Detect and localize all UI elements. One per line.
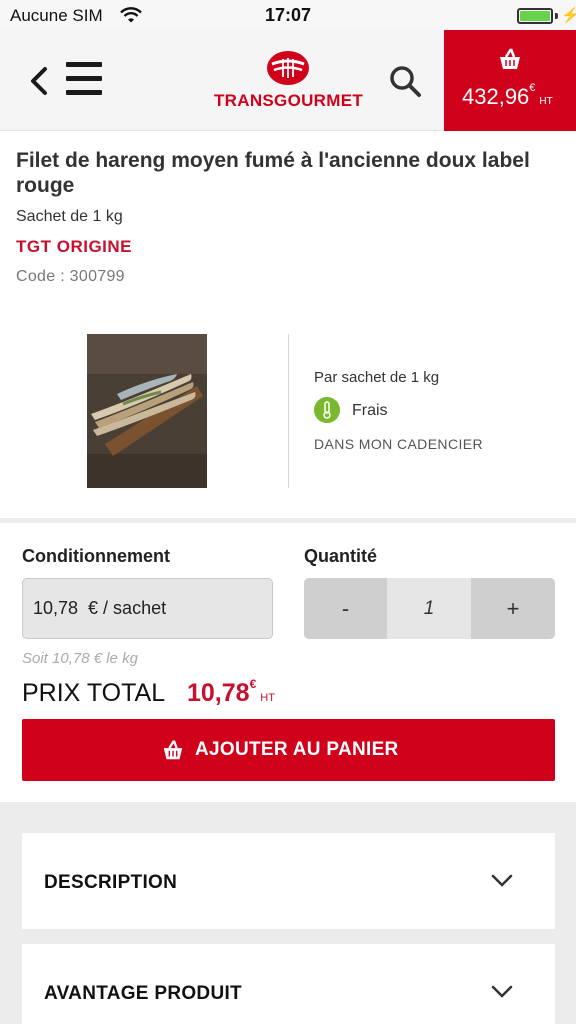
cart-total-currency: € xyxy=(529,82,536,94)
total-currency: € xyxy=(249,677,257,691)
chevron-down-icon xyxy=(491,985,513,998)
cart-total: 432,96€HT xyxy=(462,82,553,110)
quantity-value[interactable]: 1 xyxy=(387,578,471,639)
cart-button[interactable]: 432,96€HT xyxy=(444,30,576,131)
transgourmet-logo[interactable]: TRANSGOURMET xyxy=(214,50,364,112)
status-bar: Aucune SIM 17:07 ⚡ xyxy=(0,0,576,30)
cart-total-value: 432,96 xyxy=(462,84,530,109)
product-title: Filet de hareng moyen fumé à l'ancienne … xyxy=(16,149,530,197)
quantity-label: Quantité xyxy=(304,546,378,566)
app-header: TRANSGOURMET 432,96€HT xyxy=(0,30,576,131)
hamburger-menu-icon[interactable] xyxy=(66,62,102,98)
conditioning-value: 10,78 € / sachet xyxy=(33,598,167,618)
add-to-cart-label: AJOUTER AU PANIER xyxy=(195,739,399,760)
add-to-cart-button[interactable]: AJOUTER AU PANIER xyxy=(22,719,555,781)
total-price-value: 10,78€HT xyxy=(187,677,275,708)
thermometer-icon xyxy=(314,397,340,423)
back-arrow-icon[interactable] xyxy=(28,66,52,96)
total-suffix: HT xyxy=(260,692,275,704)
cart-total-suffix: HT xyxy=(539,96,553,107)
accordion-description[interactable]: DESCRIPTION xyxy=(22,833,555,929)
battery-tip xyxy=(555,13,558,19)
chevron-down-icon xyxy=(491,874,513,887)
accordion-label: DESCRIPTION xyxy=(44,872,178,893)
total-price-label: PRIX TOTAL xyxy=(22,679,166,707)
quantity-decrease-button[interactable]: - xyxy=(304,578,387,639)
clock: 17:07 xyxy=(264,5,312,25)
battery-icon xyxy=(517,8,553,24)
product-image[interactable] xyxy=(87,334,207,488)
conditioning-select[interactable]: 10,78 € / sachet xyxy=(22,578,273,639)
vertical-divider xyxy=(288,334,289,488)
accordion-label: AVANTAGE PRODUIT xyxy=(44,983,242,1004)
product-packaging: Sachet de 1 kg xyxy=(16,208,123,225)
search-icon[interactable] xyxy=(388,64,422,98)
basket-icon xyxy=(500,48,520,69)
unit-price-per-kg: Soit 10,78 € le kg xyxy=(22,650,138,667)
accordion-product-advantage[interactable]: AVANTAGE PRODUIT xyxy=(22,944,555,1024)
cadencier-link[interactable]: DANS MON CADENCIER xyxy=(314,436,483,452)
section-divider xyxy=(0,518,576,523)
per-unit-label: Par sachet de 1 kg xyxy=(314,369,440,386)
logo-mark-icon xyxy=(267,51,309,85)
storage-label: Frais xyxy=(352,402,388,419)
conditioning-label: Conditionnement xyxy=(22,546,170,566)
basket-icon xyxy=(163,740,183,760)
charging-icon: ⚡ xyxy=(561,7,576,24)
logo-text: TRANSGOURMET xyxy=(214,91,364,110)
quantity-stepper: - 1 + xyxy=(304,578,555,639)
product-code: Code : 300799 xyxy=(16,268,125,285)
product-brand: TGT ORIGINE xyxy=(16,237,132,256)
total-amount: 10,78 xyxy=(187,679,250,707)
quantity-increase-button[interactable]: + xyxy=(471,578,555,639)
